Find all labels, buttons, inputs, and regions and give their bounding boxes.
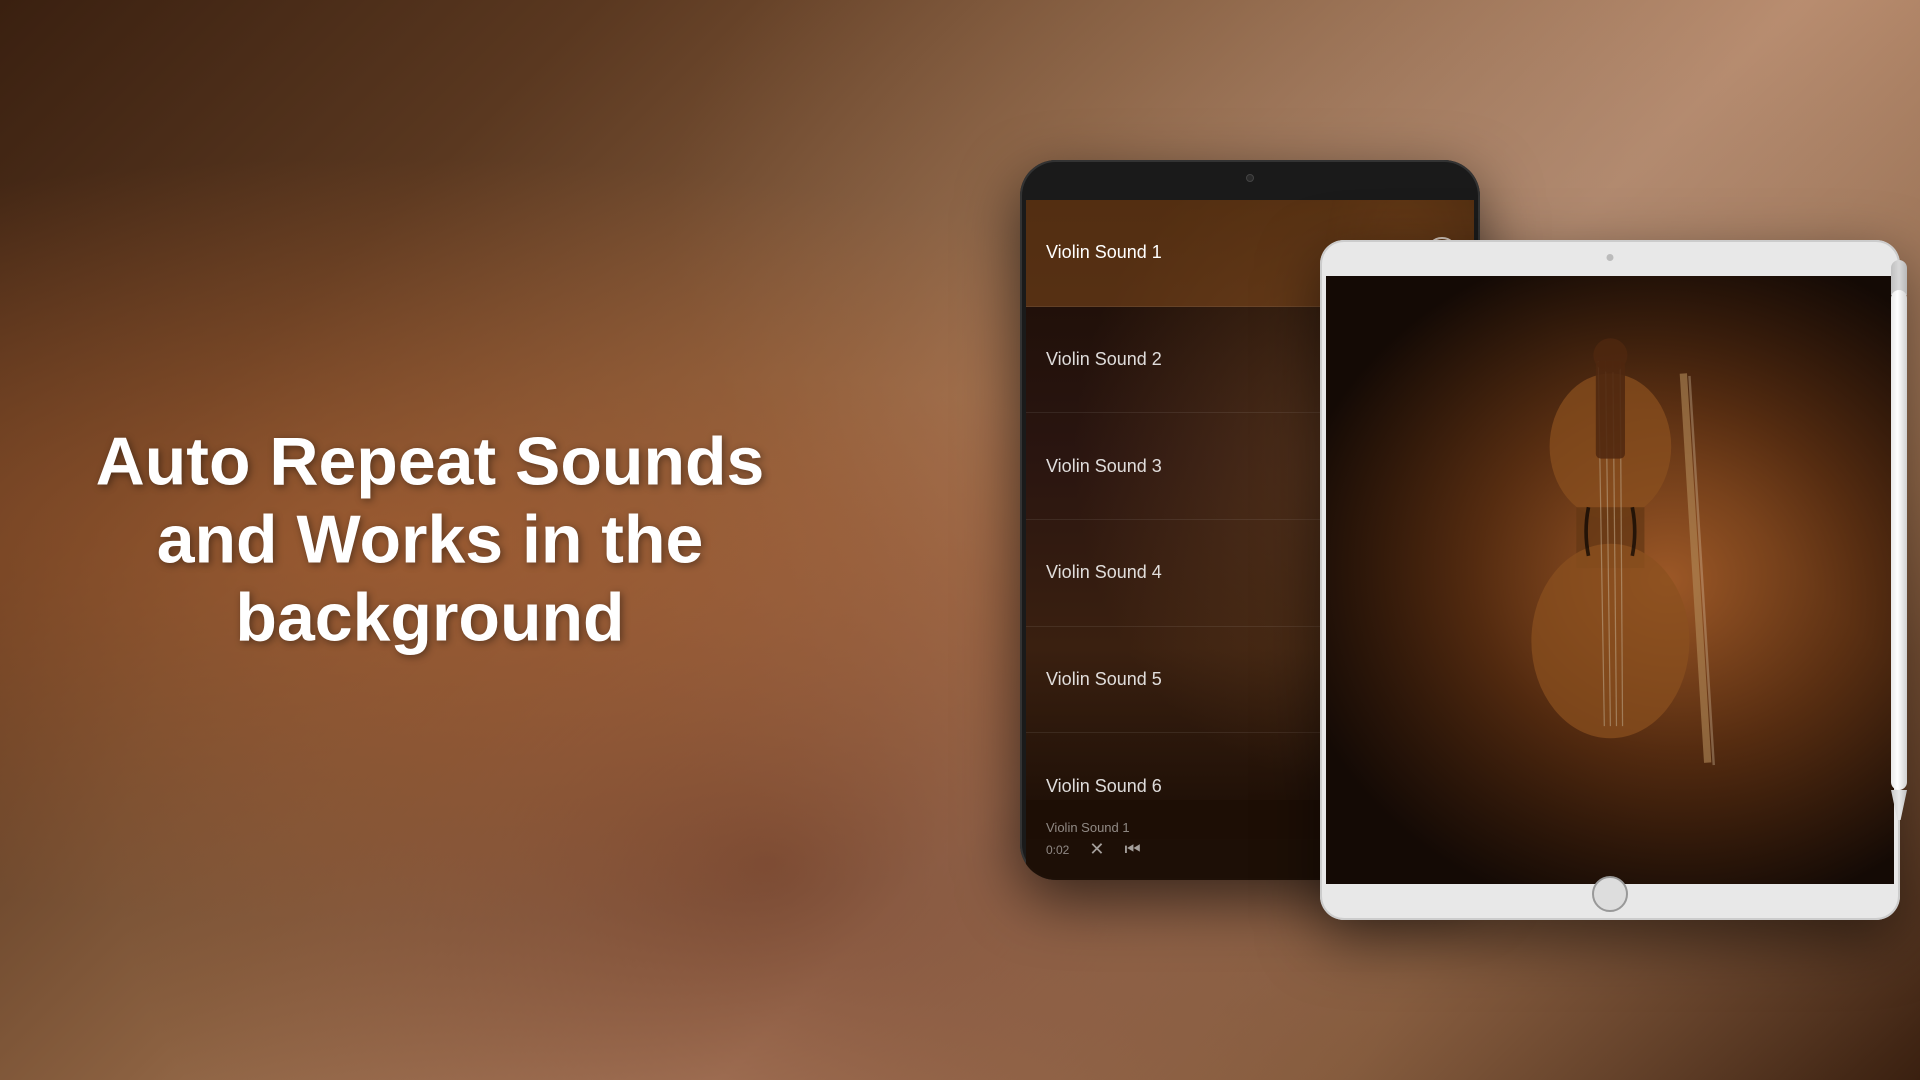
apple-pencil [1888, 260, 1910, 820]
back-icon[interactable]: ⏮ [1124, 839, 1140, 860]
violin-body-art [1326, 276, 1894, 884]
song-title-2: Violin Sound 2 [1046, 349, 1162, 370]
hero-line3: background [235, 580, 624, 656]
hero-line1: Auto Repeat Sounds [96, 424, 765, 500]
song-title-6: Violin Sound 6 [1046, 776, 1162, 797]
white-tablet-camera [1607, 254, 1614, 261]
shuffle-icon[interactable]: ✕ [1089, 839, 1104, 860]
song-title-4: Violin Sound 4 [1046, 562, 1162, 583]
white-tablet-screen [1326, 276, 1894, 884]
white-tablet [1320, 240, 1900, 920]
song-title-1: Violin Sound 1 [1046, 242, 1162, 263]
pencil-tip [1891, 790, 1907, 820]
song-title-3: Violin Sound 3 [1046, 456, 1162, 477]
devices-container: Violin Sound 1 Violin Sound 2 Violin Sou… [1020, 140, 1920, 940]
violin-photo [1326, 276, 1894, 884]
dark-tablet-camera [1246, 174, 1254, 182]
song-title-5: Violin Sound 5 [1046, 669, 1162, 690]
hero-text: Auto Repeat Sounds and Works in the back… [80, 423, 780, 658]
home-button[interactable] [1592, 876, 1628, 912]
violin-svg [1440, 337, 1781, 823]
time-display: 0:02 [1046, 843, 1069, 857]
pencil-body [1891, 290, 1907, 790]
hero-line2: and Works in the [157, 502, 704, 578]
